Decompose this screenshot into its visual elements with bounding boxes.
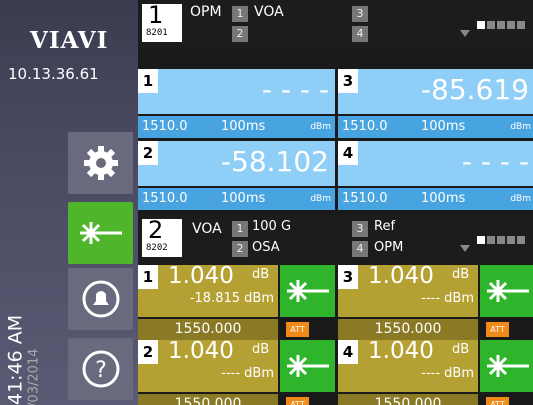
slot1-badge-4: 4 [352, 26, 368, 42]
page-indicator [475, 229, 525, 248]
page-indicator [475, 14, 525, 33]
slot1-header[interactable]: 1 8201 OPM 1 2 VOA 3 4 [138, 0, 533, 48]
source-toggle-button[interactable] [280, 265, 335, 317]
slot1-badge-3: 3 [352, 6, 368, 22]
voa-channel-4[interactable]: 4 1.040 dB ---- dBm 1550.000 ATT [338, 338, 533, 405]
slot2-port-1: 100 G [252, 219, 292, 234]
alarm-button[interactable] [68, 268, 133, 330]
slot1-badge-1: 1 [232, 6, 248, 22]
ip-address: 10.13.36.61 [8, 65, 99, 83]
sidebar: VIAVI 10.13.36.61 ? 8:41:46 AM 04/03/201… [0, 0, 138, 405]
power-value: - - - - [261, 73, 329, 106]
att-badge[interactable]: ATT [286, 397, 309, 405]
slot2-badge-1: 1 [232, 221, 248, 237]
app-root: VIAVI 10.13.36.61 ? 8:41:46 AM 04/03/201… [0, 0, 533, 405]
svg-text:?: ? [95, 358, 107, 383]
voa-channel-3[interactable]: 3 1.040 dB ---- dBm 1550.000 ATT [338, 263, 533, 340]
power-value: - - - - [461, 145, 529, 178]
source-toggle-button[interactable] [480, 265, 533, 317]
power-value: -85.619 [420, 73, 529, 106]
viavi-logo: VIAVI [30, 27, 109, 54]
bell-icon [82, 280, 119, 318]
slot2-number: 2 8202 [142, 216, 182, 257]
help-button[interactable]: ? [68, 338, 133, 400]
att-badge[interactable]: ATT [486, 397, 509, 405]
power-value: -58.102 [220, 145, 329, 178]
clock: 8:41:46 AM 04/03/2014 [5, 254, 42, 405]
slot1-label: OPM [190, 4, 222, 20]
time-text: 8:41:46 AM [4, 314, 27, 405]
slot2-header[interactable]: 2 8202 VOA 1 100 G 2 OSA 3 Ref 4 OPM [138, 215, 533, 263]
laser-icon [486, 355, 529, 377]
slot2-port-4: OPM [374, 240, 404, 255]
slot2-badge-3: 3 [352, 221, 368, 237]
laser-icon [79, 222, 122, 244]
slot1-badge-2: 2 [232, 26, 248, 42]
voa-channel-2[interactable]: 2 1.040 dB ---- dBm 1550.000 ATT [138, 338, 335, 405]
source-toggle-button[interactable] [280, 340, 335, 392]
main-panel: 1 8201 OPM 1 2 VOA 3 4 1- - - - 1510.0 10… [138, 0, 533, 405]
help-icon: ? [82, 350, 119, 388]
date-text: 04/03/2014 [26, 348, 42, 405]
source-toggle-button[interactable] [480, 340, 533, 392]
light-source-button[interactable] [68, 202, 133, 264]
gear-icon [83, 146, 118, 180]
slot2-badge-2: 2 [232, 241, 248, 257]
laser-icon [486, 280, 529, 302]
slot2-label: VOA [192, 221, 222, 237]
slot1-number: 1 8201 [142, 1, 182, 42]
slot2-badge-4: 4 [352, 241, 368, 257]
slot2-port-3: Ref [374, 219, 396, 234]
att-badge[interactable]: ATT [286, 322, 309, 337]
slot1-label2: VOA [254, 4, 284, 20]
slot2-port-2: OSA [252, 240, 280, 255]
laser-icon [286, 355, 329, 377]
laser-icon [286, 280, 329, 302]
chevron-down-icon[interactable] [460, 245, 470, 252]
att-badge[interactable]: ATT [486, 322, 509, 337]
settings-button[interactable] [68, 132, 133, 194]
voa-channel-1[interactable]: 1 1.040 dB -18.815 dBm 1550.000 ATT [138, 263, 335, 340]
chevron-down-icon[interactable] [460, 30, 470, 37]
